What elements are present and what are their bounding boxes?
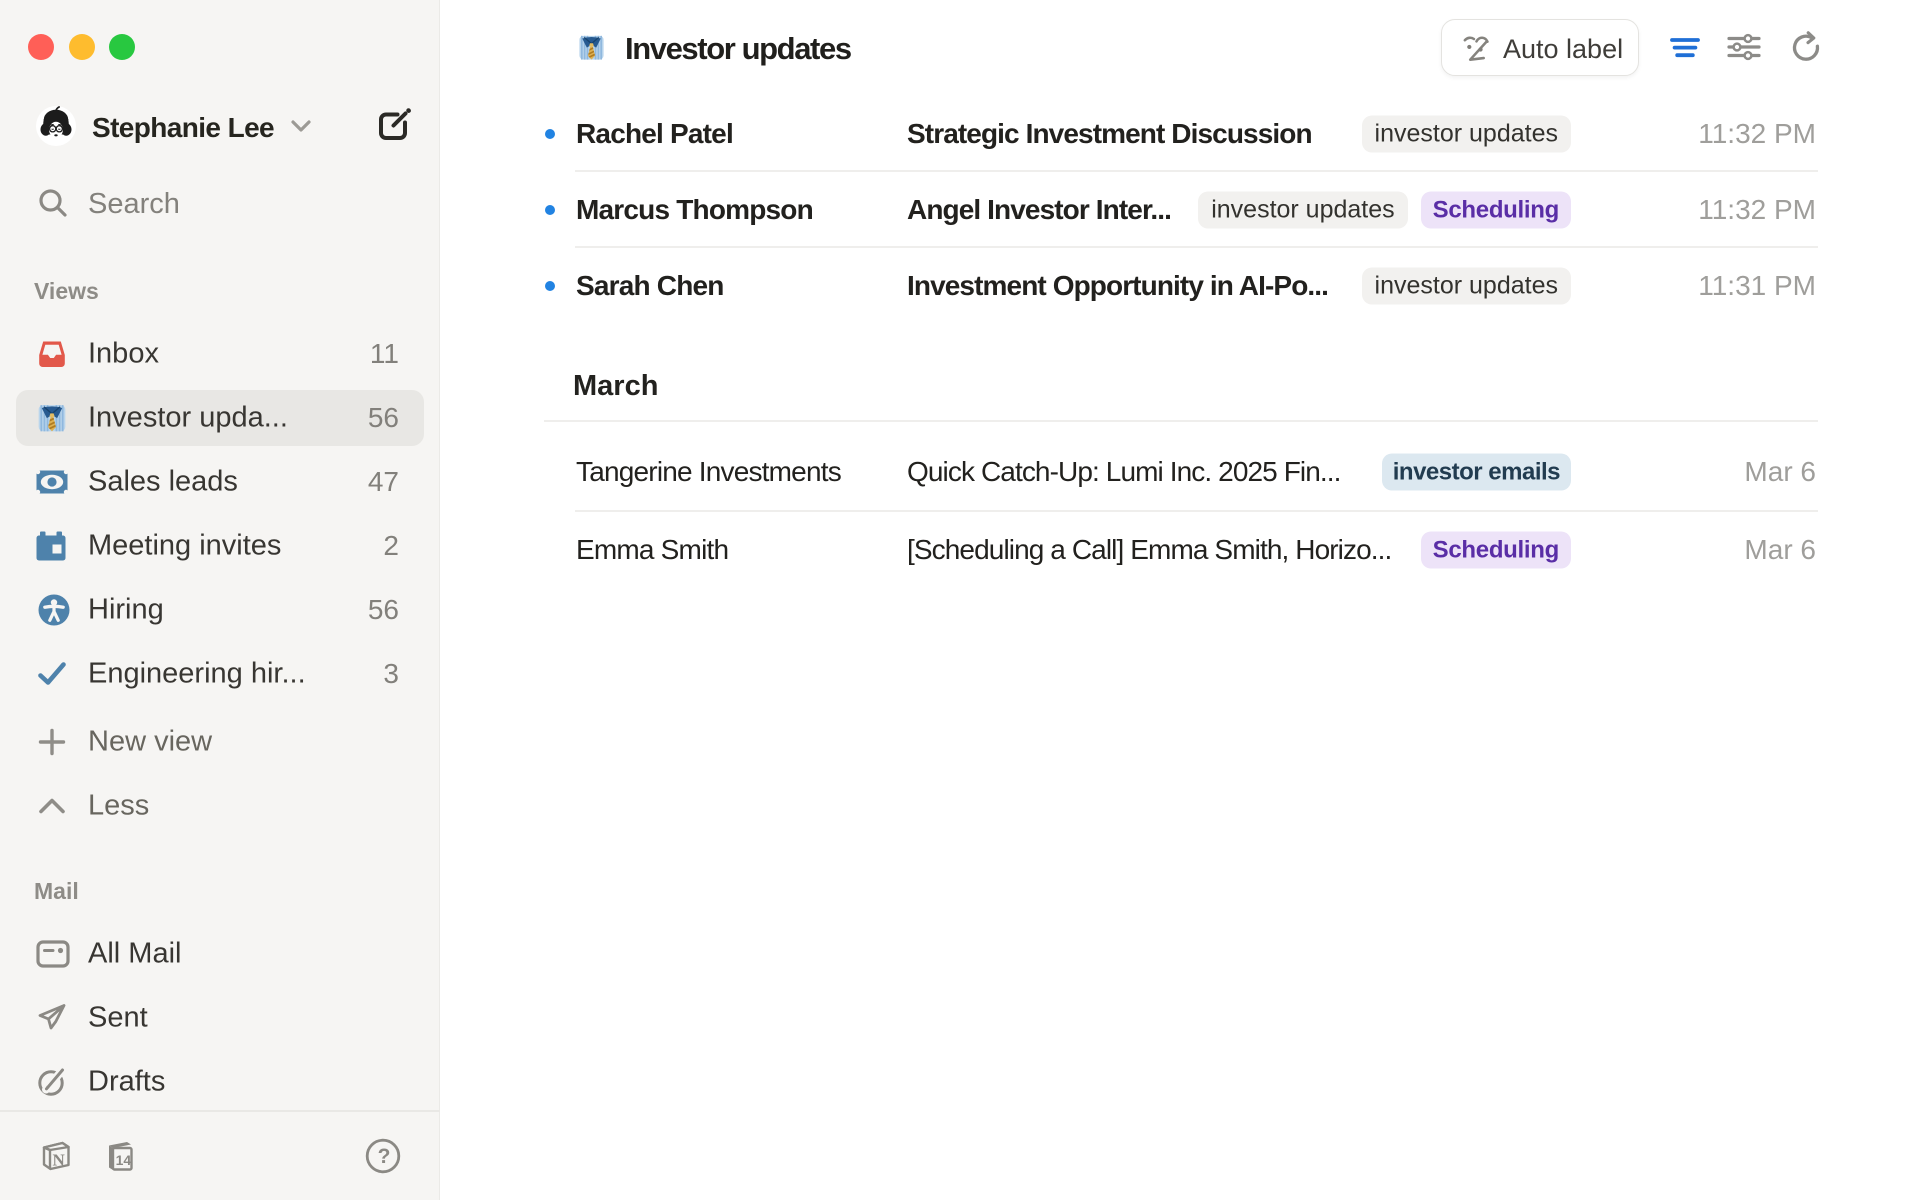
svg-text:N: N — [53, 1151, 66, 1170]
svg-text:14: 14 — [116, 1152, 132, 1168]
svg-text:?: ? — [378, 1145, 391, 1168]
